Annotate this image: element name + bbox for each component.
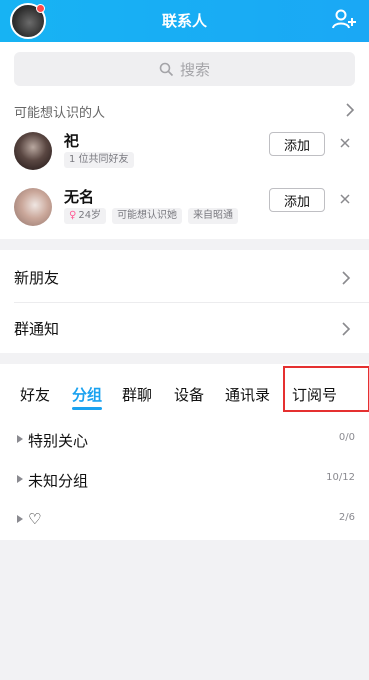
new-friends-row[interactable]: 新朋友 [0, 252, 369, 302]
group-count: 10/12 [326, 472, 355, 483]
group-count: 0/0 [338, 432, 355, 443]
tab-friends[interactable]: 好友 [20, 384, 50, 405]
entries-panel: 新朋友 群通知 [0, 250, 369, 353]
mutual-friends-tag: 1 位共同好友 [64, 152, 134, 168]
recommend-title: 可能想认识的人 [14, 106, 106, 121]
avatar[interactable] [14, 132, 52, 170]
recommend-item[interactable]: 祀 1 位共同好友 添加 [0, 130, 369, 176]
new-friends-label: 新朋友 [14, 269, 60, 287]
triangle-right-icon [17, 515, 23, 523]
group-row[interactable]: 特别关心 0/0 [0, 422, 369, 462]
chevron-right-icon [342, 271, 351, 285]
tab-bar: 好友 分组 群聊 设备 通讯录 订阅号 [0, 364, 369, 420]
tag-list: 1 位共同好友 [64, 152, 134, 168]
reason-tag: 可能想认识她 [112, 208, 183, 224]
close-icon[interactable] [338, 136, 352, 150]
tab-devices[interactable]: 设备 [174, 384, 204, 405]
add-button[interactable]: 添加 [269, 188, 325, 212]
tab-group-chats[interactable]: 群聊 [122, 384, 152, 405]
triangle-right-icon [17, 435, 23, 443]
search-bar[interactable]: 搜索 [14, 52, 355, 86]
group-row[interactable]: 未知分组 10/12 [0, 462, 369, 502]
group-count: 2/6 [338, 512, 355, 523]
tab-address-book[interactable]: 通讯录 [225, 384, 270, 405]
group-row[interactable]: ♡ 2/6 [0, 502, 369, 542]
age-tag: ♀ 24岁 [64, 208, 107, 224]
female-icon: ♀ [69, 210, 77, 221]
highlight-box [283, 366, 369, 412]
avatar[interactable] [14, 188, 52, 226]
search-icon [159, 62, 174, 76]
group-name: 特别关心 [28, 432, 89, 450]
group-notice-label: 群通知 [14, 320, 60, 338]
close-icon[interactable] [338, 192, 352, 206]
group-name: ♡ [28, 510, 42, 528]
page-title: 联系人 [161, 12, 207, 30]
top-bar: 联系人 [0, 0, 369, 42]
group-name: 未知分组 [28, 472, 89, 490]
add-button[interactable]: 添加 [269, 132, 325, 156]
contact-name: 祀 [64, 132, 80, 150]
add-friend-button[interactable] [331, 7, 357, 33]
search-placeholder: 搜索 [179, 60, 210, 79]
top-panel: 搜索 可能想认识的人 祀 1 位共同好友 添加 无名 ♀ 24岁 可能想认识她 来… [0, 42, 369, 239]
contacts-panel: 好友 分组 群聊 设备 通讯录 订阅号 特别关心 0/0 未知分组 10/12 … [0, 364, 369, 540]
recommend-item[interactable]: 无名 ♀ 24岁 可能想认识她 来自昭通 添加 [0, 186, 369, 232]
add-friend-icon [332, 9, 356, 29]
recommend-header[interactable]: 可能想认识的人 [14, 102, 355, 121]
group-notice-row[interactable]: 群通知 [0, 303, 369, 353]
location-tag: 来自昭通 [188, 208, 239, 224]
chevron-right-icon [346, 103, 355, 117]
active-tab-indicator [72, 407, 102, 410]
chevron-right-icon [342, 322, 351, 336]
tab-groups[interactable]: 分组 [72, 384, 102, 405]
triangle-right-icon [17, 475, 23, 483]
contact-name: 无名 [64, 188, 95, 206]
tag-list: ♀ 24岁 可能想认识她 来自昭通 [64, 208, 239, 224]
